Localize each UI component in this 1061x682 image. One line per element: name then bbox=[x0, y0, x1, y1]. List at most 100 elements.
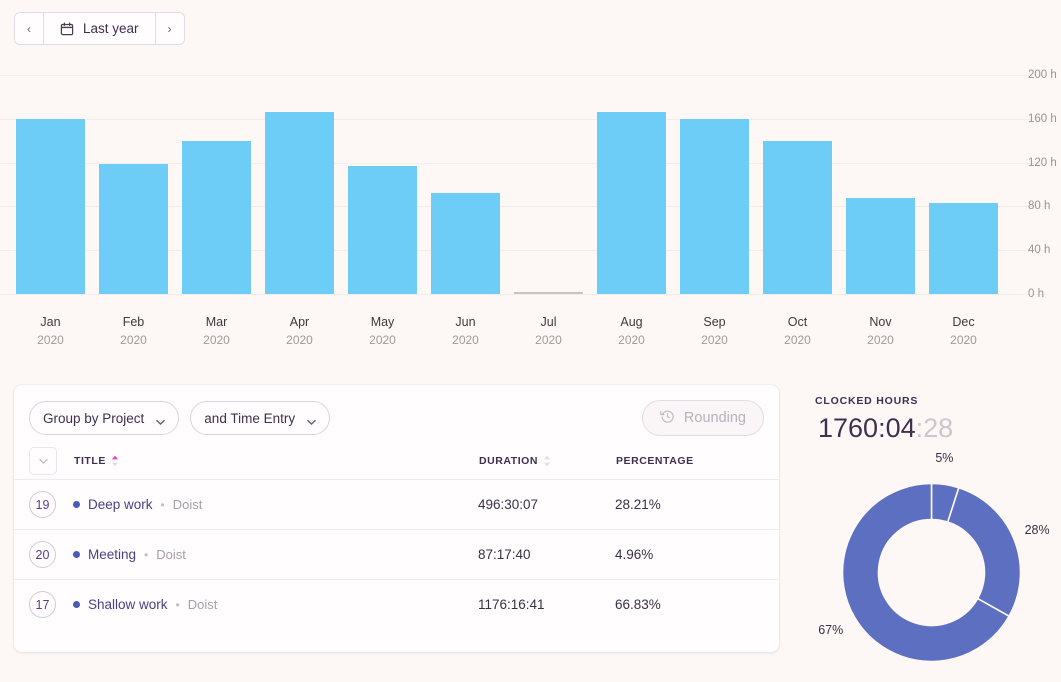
x-axis-month: Sep bbox=[703, 315, 726, 329]
rounding-button[interactable]: Rounding bbox=[641, 400, 764, 436]
x-axis-label-jan: Jan 2020 bbox=[16, 315, 85, 347]
x-axis-label-nov: Nov 2020 bbox=[846, 315, 915, 347]
x-axis-month: Nov bbox=[869, 315, 892, 329]
x-axis-year: 2020 bbox=[867, 333, 894, 347]
row-title[interactable]: Shallow work bbox=[88, 597, 168, 612]
x-axis-label-oct: Oct 2020 bbox=[763, 315, 832, 347]
date-range-nav: ‹ Last year › bbox=[14, 12, 185, 45]
y-axis-tick: 80 h bbox=[1028, 200, 1051, 213]
row-separator: • bbox=[144, 547, 149, 562]
chevron-down-icon bbox=[307, 414, 316, 425]
sort-arrows-icon bbox=[543, 455, 551, 467]
y-axis-tick: 160 h bbox=[1028, 112, 1057, 125]
x-axis-label-jul: Jul 2020 bbox=[514, 315, 583, 347]
date-range-label: Last year bbox=[83, 21, 139, 36]
column-header-percentage-label: PERCENTAGE bbox=[616, 455, 694, 467]
x-axis-month: Jul bbox=[540, 315, 557, 329]
x-axis-year: 2020 bbox=[120, 333, 147, 347]
x-axis-month: Jun bbox=[455, 315, 476, 329]
x-axis-label-aug: Aug 2020 bbox=[597, 315, 666, 347]
row-title[interactable]: Meeting bbox=[88, 547, 136, 562]
bar-chart-x-axis: Jan 2020 Feb 2020 Mar 2020 Apr 2020 May 2020 Jun 20… bbox=[14, 315, 1004, 360]
group-by-project-select[interactable]: Group by Project bbox=[29, 401, 180, 435]
x-axis-label-jun: Jun 2020 bbox=[431, 315, 500, 347]
chevron-down-icon bbox=[156, 414, 166, 425]
row-title-cell: Shallow work • Doist bbox=[73, 597, 478, 612]
row-duration: 496:30:07 bbox=[478, 497, 539, 512]
bar-sep[interactable] bbox=[680, 118, 749, 294]
table-row[interactable]: 17 Shallow work • Doist 1176:16:41 66.83% bbox=[14, 579, 779, 629]
row-count-badge: 17 bbox=[29, 591, 56, 618]
bar-oct[interactable] bbox=[763, 140, 832, 294]
bar-feb[interactable] bbox=[99, 163, 168, 294]
row-title[interactable]: Deep work bbox=[88, 497, 153, 512]
row-separator: • bbox=[160, 497, 165, 512]
clocked-hours-label: CLOCKED HOURS bbox=[815, 395, 919, 407]
bar-jan[interactable] bbox=[16, 118, 85, 294]
next-period-button[interactable]: › bbox=[154, 13, 184, 44]
bar-dec[interactable] bbox=[929, 203, 998, 294]
group-by-label: Group by Project bbox=[43, 410, 145, 426]
row-title-cell: Deep work • Doist bbox=[73, 497, 478, 512]
donut-slice-28pct[interactable] bbox=[946, 486, 1022, 618]
donut-label-67pct: 67% bbox=[818, 622, 844, 637]
clocked-hours-panel: CLOCKED HOURS 1760:04:28 5% 28% 67% bbox=[800, 385, 1061, 682]
column-header-duration-label: DURATION bbox=[479, 455, 539, 467]
x-axis-year: 2020 bbox=[286, 333, 313, 347]
x-axis-month: Oct bbox=[787, 315, 808, 329]
project-color-dot bbox=[73, 551, 80, 558]
x-axis-year: 2020 bbox=[203, 333, 230, 347]
x-axis-year: 2020 bbox=[701, 333, 728, 347]
table-row[interactable]: 20 Meeting • Doist 87:17:40 4.96% bbox=[14, 529, 779, 579]
row-title-cell: Meeting • Doist bbox=[73, 547, 478, 562]
x-axis-label-mar: Mar 2020 bbox=[182, 315, 251, 347]
bar-nov[interactable] bbox=[846, 197, 915, 294]
row-percentage: 28.21% bbox=[615, 497, 661, 512]
row-count-badge: 19 bbox=[29, 491, 56, 518]
x-axis-year: 2020 bbox=[369, 333, 396, 347]
x-axis-month: May bbox=[370, 315, 395, 329]
column-header-duration[interactable]: DURATION bbox=[479, 455, 616, 467]
row-count-badge: 20 bbox=[29, 541, 56, 568]
and-time-entry-select[interactable]: and Time Entry bbox=[190, 401, 331, 435]
project-color-dot bbox=[73, 601, 80, 608]
row-project[interactable]: Doist bbox=[173, 497, 203, 512]
row-duration: 1176:16:41 bbox=[478, 597, 545, 612]
row-project[interactable]: Doist bbox=[156, 547, 186, 562]
column-header-title[interactable]: TITLE bbox=[74, 455, 479, 467]
bar-mar[interactable] bbox=[182, 140, 251, 294]
row-duration: 87:17:40 bbox=[478, 547, 531, 562]
x-axis-label-sep: Sep 2020 bbox=[680, 315, 749, 347]
x-axis-year: 2020 bbox=[535, 333, 562, 347]
gridline bbox=[0, 294, 1047, 295]
y-axis-tick: 200 h bbox=[1028, 69, 1057, 81]
gridline bbox=[0, 118, 1047, 120]
prev-period-button[interactable]: ‹ bbox=[15, 13, 44, 44]
row-project[interactable]: Doist bbox=[188, 597, 218, 612]
x-axis-year: 2020 bbox=[950, 333, 977, 347]
bar-may[interactable] bbox=[348, 165, 417, 294]
x-axis-year: 2020 bbox=[784, 333, 811, 347]
x-axis-month: Feb bbox=[122, 315, 145, 329]
clock-rotate-icon bbox=[660, 409, 675, 428]
bar-chart-plot: 200 h 160 h 120 h 80 h 40 h 0 h bbox=[0, 69, 1057, 300]
date-range-button[interactable]: Last year bbox=[44, 13, 155, 44]
x-axis-month: Mar bbox=[205, 315, 228, 329]
clocked-hours-seconds: :28 bbox=[915, 413, 954, 443]
bar-jun[interactable] bbox=[431, 193, 500, 294]
collapse-all-button[interactable] bbox=[29, 447, 57, 475]
table-row[interactable]: 19 Deep work • Doist 496:30:07 28.21% bbox=[14, 479, 779, 529]
x-axis-label-apr: Apr 2020 bbox=[265, 315, 334, 347]
bar-aug[interactable] bbox=[597, 112, 666, 294]
x-axis-label-feb: Feb 2020 bbox=[99, 315, 168, 347]
gridline bbox=[0, 75, 1047, 76]
x-axis-month: Jan bbox=[40, 315, 61, 329]
bar-jul[interactable] bbox=[514, 292, 583, 294]
x-axis-year: 2020 bbox=[37, 333, 64, 347]
bar-apr[interactable] bbox=[265, 112, 334, 294]
column-header-percentage[interactable]: PERCENTAGE bbox=[616, 455, 766, 467]
donut-label-5pct: 5% bbox=[935, 450, 954, 465]
clocked-hours-value: 1760:04:28 bbox=[818, 413, 953, 444]
x-axis-label-may: May 2020 bbox=[348, 315, 417, 347]
x-axis-month: Aug bbox=[620, 315, 643, 329]
